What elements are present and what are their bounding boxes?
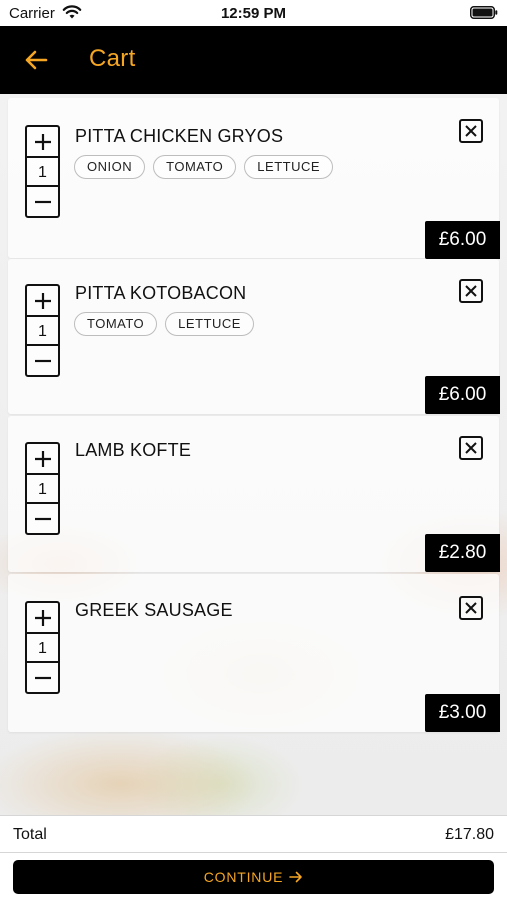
item-name: PITTA CHICKEN GRYOS bbox=[75, 126, 284, 146]
item-price: £6.00 bbox=[425, 221, 500, 259]
quantity-stepper: 1 bbox=[25, 601, 60, 694]
option-tag: LETTUCE bbox=[244, 155, 334, 179]
cart-item: 1 PITTA CHICKEN GRYOS ONION TOMATO LETTU… bbox=[8, 98, 500, 259]
plus-icon bbox=[34, 133, 51, 150]
close-icon bbox=[465, 602, 477, 614]
quantity-value: 1 bbox=[38, 163, 47, 181]
item-name: PITTA KOTOBACON bbox=[75, 283, 247, 303]
total-amount: £17.80 bbox=[445, 826, 494, 843]
quantity-stepper: 1 bbox=[25, 125, 60, 218]
item-name: LAMB KOFTE bbox=[75, 440, 192, 460]
item-price: £6.00 bbox=[425, 376, 500, 414]
plus-icon bbox=[34, 450, 51, 467]
decrease-quantity-button[interactable] bbox=[27, 502, 58, 533]
decrease-quantity-button[interactable] bbox=[27, 185, 58, 216]
plus-icon bbox=[34, 292, 51, 309]
increase-quantity-button[interactable] bbox=[27, 286, 58, 317]
increase-quantity-button[interactable] bbox=[27, 444, 58, 475]
close-icon bbox=[465, 442, 477, 454]
option-tag: ONION bbox=[74, 155, 146, 179]
minus-icon bbox=[34, 200, 51, 203]
battery-icon bbox=[470, 6, 498, 19]
cart-item: 1 LAMB KOFTE £2.80 bbox=[8, 416, 500, 572]
minus-icon bbox=[34, 676, 51, 679]
item-name: GREEK SAUSAGE bbox=[75, 600, 233, 620]
remove-item-button[interactable] bbox=[459, 119, 483, 143]
minus-icon bbox=[34, 359, 51, 362]
cart-item: 1 PITTA KOTOBACON TOMATO LETTUCE £6.00 bbox=[8, 259, 500, 414]
cart-list[interactable]: 1 PITTA CHICKEN GRYOS ONION TOMATO LETTU… bbox=[0, 94, 507, 815]
close-icon bbox=[465, 285, 477, 297]
quantity-value: 1 bbox=[38, 639, 47, 657]
cart-item: 1 GREEK SAUSAGE £3.00 bbox=[8, 574, 500, 732]
quantity-stepper: 1 bbox=[25, 284, 60, 377]
option-tag: TOMATO bbox=[153, 155, 237, 179]
option-tag: TOMATO bbox=[74, 312, 158, 336]
item-price: £2.80 bbox=[425, 534, 500, 572]
continue-button[interactable]: CONTINUE bbox=[13, 860, 494, 894]
quantity-stepper: 1 bbox=[25, 442, 60, 535]
remove-item-button[interactable] bbox=[459, 279, 483, 303]
item-price: £3.00 bbox=[425, 694, 500, 732]
quantity-value: 1 bbox=[38, 322, 47, 340]
decrease-quantity-button[interactable] bbox=[27, 344, 58, 375]
total-label: Total bbox=[13, 826, 47, 843]
item-options: ONION TOMATO LETTUCE bbox=[74, 155, 334, 179]
continue-label: CONTINUE bbox=[203, 869, 284, 885]
close-icon bbox=[465, 125, 477, 137]
app-header: Cart bbox=[0, 26, 507, 94]
arrow-right-icon bbox=[289, 871, 303, 883]
plus-icon bbox=[34, 609, 51, 626]
quantity-value: 1 bbox=[38, 480, 47, 498]
decrease-quantity-button[interactable] bbox=[27, 661, 58, 692]
back-button[interactable] bbox=[18, 42, 54, 78]
option-tag: LETTUCE bbox=[165, 312, 254, 336]
item-options: TOMATO LETTUCE bbox=[74, 312, 254, 336]
remove-item-button[interactable] bbox=[459, 436, 483, 460]
minus-icon bbox=[34, 517, 51, 520]
increase-quantity-button[interactable] bbox=[27, 603, 58, 634]
total-bar: Total £17.80 bbox=[0, 815, 507, 853]
arrow-left-icon bbox=[25, 50, 48, 70]
increase-quantity-button[interactable] bbox=[27, 127, 58, 158]
clock-time: 12:59 PM bbox=[220, 5, 287, 22]
page-title: Cart bbox=[89, 45, 136, 72]
remove-item-button[interactable] bbox=[459, 596, 483, 620]
status-bar: Carrier 12:59 PM bbox=[0, 0, 507, 26]
